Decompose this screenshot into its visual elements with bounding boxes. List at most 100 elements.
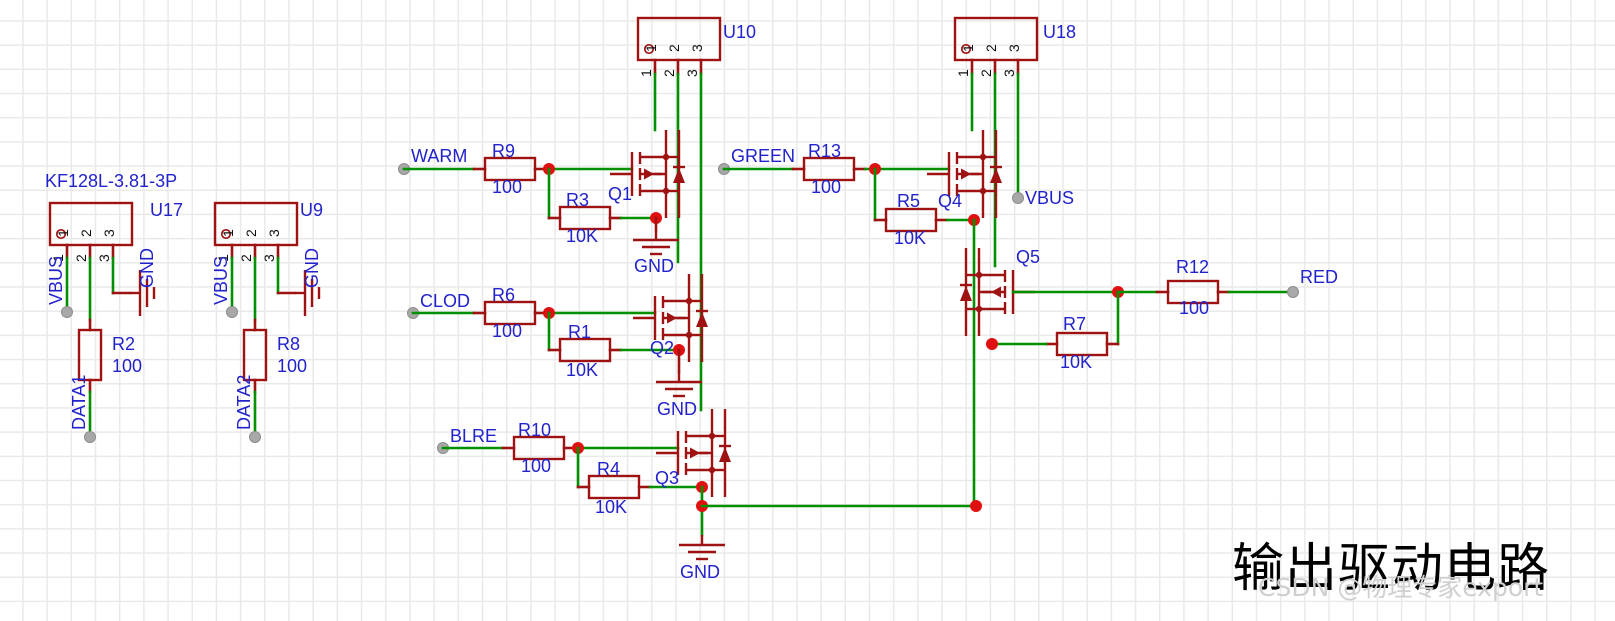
u10-outer-pin-3: 3 — [684, 69, 700, 77]
resistor-r7-value: 10K — [1060, 352, 1092, 372]
u17-outer-pin-3: 3 — [96, 254, 112, 262]
mosfet-q4-ref: Q4 — [938, 191, 962, 211]
resistor-r8-ref: R8 — [277, 334, 300, 354]
junction-q4q3-bus — [970, 500, 982, 512]
resistor-r2-body[interactable] — [77, 328, 103, 382]
port-label-data2: DATA2 — [234, 375, 254, 430]
resistor-r1-value: 10K — [566, 360, 598, 380]
port-label-blre: BLRE — [450, 426, 497, 446]
connector-u17-body[interactable] — [48, 201, 134, 247]
junction-q5-source — [986, 338, 998, 350]
ground-symbol-q3 — [677, 533, 727, 561]
mosfet-q3-ref: Q3 — [655, 468, 679, 488]
resistor-r10-ref: R10 — [518, 420, 551, 440]
port-label-red: RED — [1300, 267, 1338, 287]
resistor-r5-value: 10K — [894, 228, 926, 248]
resistor-r6-value: 100 — [492, 321, 522, 341]
port-vbus-u18[interactable] — [1012, 192, 1024, 204]
resistor-r4-value: 10K — [595, 497, 627, 517]
u10-inner-pin-3: 3 — [689, 44, 705, 52]
port-label-warm: WARM — [411, 146, 467, 166]
resistor-r13-value: 100 — [811, 177, 841, 197]
resistor-r3-ref: R3 — [566, 190, 589, 210]
u18-outer-pin-2: 2 — [978, 69, 994, 77]
ground-label-q1: GND — [634, 256, 674, 276]
port-data2[interactable] — [249, 431, 261, 443]
resistor-r1-body[interactable] — [558, 337, 612, 363]
connector-u17-block: U17 KF128L-3.81-3P 1 2 3 1 2 3 VBUS R2 1… — [45, 171, 183, 443]
mosfet-q1-symbol[interactable] — [608, 128, 687, 220]
u10-outer-pin-1: 1 — [638, 69, 654, 77]
port-label-vbus-u17: VBUS — [46, 256, 66, 305]
resistor-r8-value: 100 — [277, 356, 307, 376]
port-red[interactable] — [1287, 286, 1299, 298]
schematic-sheet: U17 KF128L-3.81-3P 1 2 3 1 2 3 VBUS R2 1… — [0, 0, 1615, 621]
u9-inner-pin-1: 1 — [220, 229, 236, 237]
ground-label-u9: GND — [302, 248, 322, 288]
u10-inner-pin-2: 2 — [666, 44, 682, 52]
resistor-r13-ref: R13 — [808, 141, 841, 161]
resistor-r4-ref: R4 — [597, 459, 620, 479]
resistor-r10-value: 100 — [521, 456, 551, 476]
connector-part-number-label: KF128L-3.81-3P — [45, 171, 177, 191]
port-label-vbus-u18: VBUS — [1025, 188, 1074, 208]
connector-u18-body[interactable] — [953, 16, 1039, 62]
ground-symbol-q2 — [654, 370, 704, 398]
resistor-r3-value: 10K — [566, 226, 598, 246]
connector-u9-body[interactable] — [213, 201, 299, 247]
mosfet-q2-ref: Q2 — [650, 338, 674, 358]
resistor-r9-value: 100 — [492, 177, 522, 197]
mosfet-q1-ref: Q1 — [608, 184, 632, 204]
u18-inner-pin-1: 1 — [960, 44, 976, 52]
ground-label-q2: GND — [657, 399, 697, 419]
u9-inner-pin-2: 2 — [243, 229, 259, 237]
u9-outer-pin-2: 2 — [238, 254, 254, 262]
blre-driver-stage: BLRE R10 100 R4 10K Q3 GND — [437, 407, 979, 582]
port-label-data1: DATA1 — [69, 375, 89, 430]
warm-driver-stage: WARM R9 100 R3 10K Q1 GND — [398, 128, 687, 276]
port-data1[interactable] — [84, 431, 96, 443]
resistor-r1-ref: R1 — [568, 322, 591, 342]
u17-inner-pin-2: 2 — [78, 229, 94, 237]
u17-inner-pin-1: 1 — [55, 229, 71, 237]
port-vbus-u9[interactable] — [226, 306, 238, 318]
csdn-watermark: CSDN @物理专家export — [1258, 573, 1544, 602]
u18-outer-pin-1: 1 — [955, 69, 971, 77]
mosfet-q5-ref: Q5 — [1016, 247, 1040, 267]
u18-inner-pin-3: 3 — [1006, 44, 1022, 52]
resistor-r9-ref: R9 — [492, 141, 515, 161]
resistor-r2-ref: R2 — [112, 334, 135, 354]
resistor-r5-ref: R5 — [897, 191, 920, 211]
u10-outer-pin-2: 2 — [661, 69, 677, 77]
connector-u10-body[interactable] — [636, 16, 722, 62]
u9-outer-pin-3: 3 — [261, 254, 277, 262]
resistor-r12-ref: R12 — [1176, 257, 1209, 277]
ground-symbol-q1 — [631, 228, 681, 256]
resistor-r7-ref: R7 — [1063, 314, 1086, 334]
connector-u17-ref: U17 — [150, 200, 183, 220]
port-label-vbus-u9: VBUS — [211, 256, 231, 305]
resistor-r6-ref: R6 — [492, 285, 515, 305]
ground-label-u17: GND — [137, 248, 157, 288]
connector-u10-ref: U10 — [723, 22, 756, 42]
ground-label-q3: GND — [680, 562, 720, 582]
u17-outer-pin-2: 2 — [73, 254, 89, 262]
connector-u9-block: U9 1 2 3 1 2 3 VBUS R8 100 DATA2 GND — [211, 200, 323, 443]
u17-inner-pin-3: 3 — [101, 229, 117, 237]
port-label-clod: CLOD — [420, 291, 470, 311]
u18-outer-pin-3: 3 — [1001, 69, 1017, 77]
resistor-r8-body[interactable] — [242, 328, 268, 382]
connector-u9-ref: U9 — [300, 200, 323, 220]
u18-inner-pin-2: 2 — [983, 44, 999, 52]
resistor-r2-value: 100 — [112, 356, 142, 376]
connector-u18-ref: U18 — [1043, 22, 1076, 42]
resistor-r4-body[interactable] — [587, 474, 641, 500]
green-driver-stage: GREEN R13 100 R5 10K Q4 — [718, 128, 1004, 512]
port-vbus-u17[interactable] — [61, 306, 73, 318]
red-driver-stage: Q5 R12 100 RED R7 10K — [958, 246, 1338, 372]
clod-driver-stage: CLOD R6 100 R1 10K Q2 GND — [407, 272, 710, 419]
u9-inner-pin-3: 3 — [266, 229, 282, 237]
resistor-r12-value: 100 — [1179, 298, 1209, 318]
u10-inner-pin-1: 1 — [643, 44, 659, 52]
port-label-green: GREEN — [731, 146, 795, 166]
